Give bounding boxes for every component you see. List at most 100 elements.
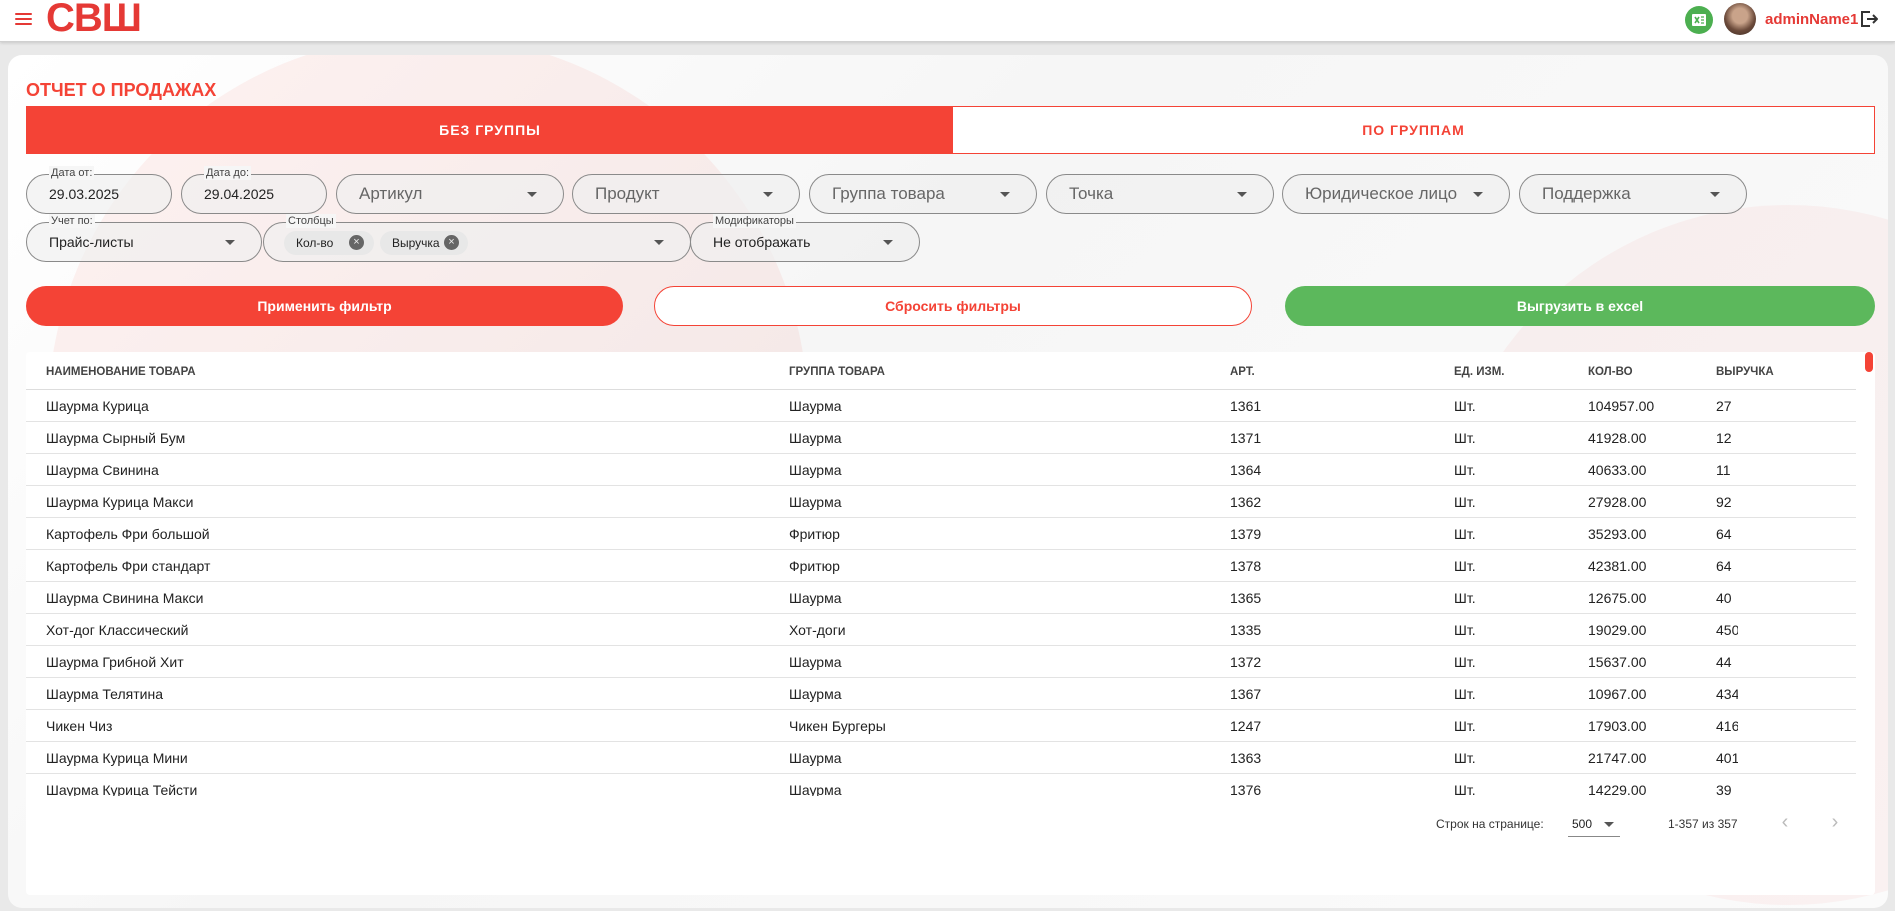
cell-unit: Шт. [1454, 590, 1476, 606]
cell-article: 1365 [1230, 590, 1262, 606]
table-row[interactable]: Шаурма Сырный Бум Шаурма 1371 Шт. 41928.00 12 [26, 422, 1856, 454]
columns-select[interactable]: Столбцы Кол-во × Выручка × [263, 214, 691, 262]
account-by-select[interactable]: Учет по: Прайс-листы [26, 214, 262, 262]
cell-product-group: Шаурма [789, 654, 842, 670]
date-to-field[interactable]: Дата до: 29.04.2025 [181, 166, 327, 214]
support-select[interactable]: Поддержка [1519, 174, 1747, 214]
cell-product-group: Шаурма [789, 782, 842, 796]
table-row[interactable]: Картофель Фри большой Фритюр 1379 Шт. 35293.… [26, 518, 1856, 550]
cell-revenue: 39 [1716, 782, 1732, 796]
point-placeholder: Точка [1069, 184, 1114, 203]
cell-article: 1363 [1230, 750, 1262, 766]
cell-product-name: Шаурма Курица [46, 398, 149, 414]
account-by-label: Учет по: [49, 214, 95, 228]
header-product-group[interactable]: ГРУППА ТОВАРА [789, 366, 885, 378]
next-page-icon[interactable]: › [1822, 810, 1848, 836]
cell-product-name: Шаурма Сырный Бум [46, 430, 186, 446]
apply-filter-button[interactable]: Применить фильтр [26, 286, 623, 326]
table-scrollbar[interactable] [1865, 352, 1873, 372]
product-group-placeholder: Группа товара [832, 184, 945, 203]
cell-product-group: Шаурма [789, 430, 842, 446]
table-row[interactable]: Шаурма Грибной Хит Шаурма 1372 Шт. 15637.00 4… [26, 646, 1856, 678]
prev-page-icon[interactable]: ‹ [1772, 810, 1798, 836]
cell-article: 1361 [1230, 398, 1262, 414]
header-article[interactable]: АРТ. [1230, 366, 1255, 378]
cell-quantity: 15637.00 [1588, 654, 1647, 670]
cell-unit: Шт. [1454, 430, 1476, 446]
chevron-down-icon [1473, 192, 1483, 197]
cell-revenue: 401 [1716, 750, 1738, 766]
cell-article: 1371 [1230, 430, 1262, 446]
chip-revenue-label: Выручка [392, 236, 440, 250]
table-row[interactable]: Шаурма Свинина Макси Шаурма 1365 Шт. 12675.0… [26, 582, 1856, 614]
cell-article: 1378 [1230, 558, 1262, 574]
table-row[interactable]: Хот-дог Классический Хот-доги 1335 Шт. 19029… [26, 614, 1856, 646]
columns-label: Столбцы [286, 214, 336, 228]
table-row[interactable]: Шаурма Курица Шаурма 1361 Шт. 104957.00 27 [26, 390, 1856, 422]
cell-product-group: Шаурма [789, 462, 842, 478]
sales-table: НАИМЕНОВАНИЕ ТОВАРА ГРУППА ТОВАРА АРТ. Е… [26, 352, 1875, 895]
cell-article: 1364 [1230, 462, 1262, 478]
legal-entity-select[interactable]: Юридическое лицо [1282, 174, 1510, 214]
article-select[interactable]: Артикул [336, 174, 564, 214]
cell-revenue: 12 [1716, 430, 1732, 446]
modifiers-select[interactable]: Модификаторы Не отображать [690, 214, 920, 262]
table-header: НАИМЕНОВАНИЕ ТОВАРА ГРУППА ТОВАРА АРТ. Е… [26, 352, 1856, 390]
cell-quantity: 12675.00 [1588, 590, 1647, 606]
point-select[interactable]: Точка [1046, 174, 1274, 214]
tab-by-groups[interactable]: ПО ГРУППАМ [953, 107, 1874, 153]
header-unit[interactable]: ЕД. ИЗМ. [1454, 366, 1505, 378]
chevron-down-icon [883, 240, 893, 245]
table-row[interactable]: Картофель Фри стандарт Фритюр 1378 Шт. 42381… [26, 550, 1856, 582]
cell-revenue: 434 [1716, 686, 1738, 702]
header-quantity[interactable]: КОЛ-ВО [1588, 366, 1633, 378]
cell-quantity: 41928.00 [1588, 430, 1647, 446]
table-row[interactable]: Шаурма Свинина Шаурма 1364 Шт. 40633.00 11 [26, 454, 1856, 486]
table-row[interactable]: Шаурма Телятина Шаурма 1367 Шт. 10967.00 434 [26, 678, 1856, 710]
cell-unit: Шт. [1454, 462, 1476, 478]
hamburger-menu-icon[interactable] [10, 8, 36, 30]
cell-revenue: 40 [1716, 590, 1732, 606]
cell-revenue: 11 [1716, 462, 1731, 478]
table-row[interactable]: Шаурма Курица Макси Шаурма 1362 Шт. 27928.00… [26, 486, 1856, 518]
product-select[interactable]: Продукт [572, 174, 800, 214]
chevron-down-icon [763, 192, 773, 197]
reset-filters-button[interactable]: Сбросить фильтры [654, 286, 1252, 326]
cell-revenue: 44 [1716, 654, 1732, 670]
table-row[interactable]: Чикен Чиз Чикен Бургеры 1247 Шт. 17903.00 416 [26, 710, 1856, 742]
cell-revenue: 64 [1716, 558, 1732, 574]
header-product-name[interactable]: НАИМЕНОВАНИЕ ТОВАРА [46, 366, 196, 378]
header-revenue[interactable]: ВЫРУЧКА [1716, 366, 1774, 378]
username[interactable]: adminName1 [1765, 11, 1858, 28]
date-to-label: Дата до: [204, 166, 252, 180]
product-group-select[interactable]: Группа товара [809, 174, 1037, 214]
rows-per-page-select[interactable]: 500 [1568, 811, 1620, 837]
cell-product-name: Шаурма Курица Тейсти [46, 782, 198, 796]
cell-product-name: Картофель Фри большой [46, 526, 210, 542]
remove-chip-quantity-icon[interactable]: × [349, 235, 364, 250]
cell-product-name: Хот-дог Классический [46, 622, 189, 638]
table-row[interactable]: Шаурма Курица Мини Шаурма 1363 Шт. 21747.00 4… [26, 742, 1856, 774]
chevron-down-icon [1237, 192, 1247, 197]
avatar[interactable] [1724, 3, 1756, 35]
excel-icon[interactable] [1685, 6, 1713, 34]
chevron-down-icon [527, 192, 537, 197]
date-from-field[interactable]: Дата от: 29.03.2025 [26, 166, 172, 214]
cell-product-name: Шаурма Курица Макси [46, 494, 194, 510]
pagination: Строк на странице: 500 1-357 из 357 ‹ › [26, 797, 1875, 857]
cell-product-name: Шаурма Курица Мини [46, 750, 188, 766]
export-excel-button[interactable]: Выгрузить в excel [1285, 286, 1875, 326]
cell-unit: Шт. [1454, 654, 1476, 670]
cell-product-group: Шаурма [789, 590, 842, 606]
table-row[interactable]: Шаурма Курица Тейсти Шаурма 1376 Шт. 14229.0… [26, 774, 1856, 796]
logout-icon[interactable] [1858, 9, 1879, 29]
date-to-value: 29.04.2025 [204, 186, 275, 202]
table-body: Шаурма Курица Шаурма 1361 Шт. 104957.00 27 Шау… [26, 390, 1875, 796]
app-logo[interactable]: СВШ [46, 0, 142, 41]
cell-product-group: Фритюр [789, 558, 840, 574]
cell-unit: Шт. [1454, 686, 1476, 702]
tab-no-group[interactable]: БЕЗ ГРУППЫ [27, 107, 953, 153]
cell-unit: Шт. [1454, 622, 1476, 638]
report-card: ОТЧЕТ О ПРОДАЖАХ БЕЗ ГРУППЫ ПО ГРУППАМ Д… [8, 55, 1888, 908]
remove-chip-revenue-icon[interactable]: × [444, 235, 459, 250]
